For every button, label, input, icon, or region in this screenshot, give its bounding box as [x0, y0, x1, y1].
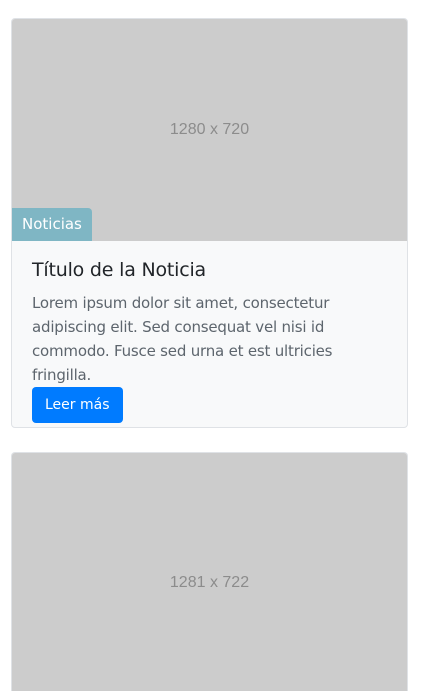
card-image: 1281 x 722: [12, 453, 407, 691]
image-size-label: 1280 x 720: [169, 121, 250, 138]
news-page: 1280 x 720 Noticias Título de la Noticia…: [0, 0, 423, 691]
card-body: Título de la Noticia Lorem ipsum dolor s…: [12, 241, 407, 423]
card-image: 1280 x 720 Noticias: [12, 19, 407, 241]
news-card: 1280 x 720 Noticias Título de la Noticia…: [11, 18, 408, 428]
read-more-button[interactable]: Leer más: [32, 387, 123, 423]
card-text: Lorem ipsum dolor sit amet, consectetur …: [32, 294, 333, 384]
image-size-label: 1281 x 722: [169, 574, 250, 591]
category-badge: Noticias: [12, 208, 92, 241]
card-title: Título de la Noticia: [32, 259, 207, 281]
news-card: 1281 x 722: [11, 452, 408, 691]
